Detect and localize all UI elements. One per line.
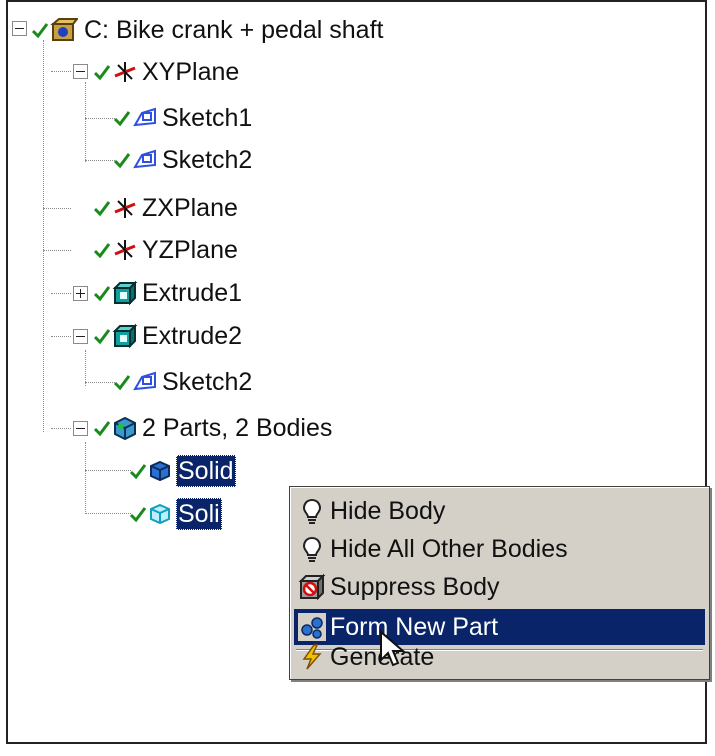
tree-item-label: Soli [176, 498, 222, 530]
menu-item-label: Hide All Other Bodies [330, 534, 568, 563]
menu-item-generate[interactable]: Generate [294, 637, 705, 677]
extrude-icon [112, 280, 138, 306]
menu-item-label: Hide Body [330, 496, 446, 525]
check-icon [93, 243, 111, 259]
tree-item-extrude2[interactable]: Extrude2 [92, 316, 242, 356]
lightbulb-icon [302, 498, 322, 524]
tree-line [85, 160, 115, 161]
tree-item-label: Sketch2 [162, 146, 253, 174]
tree-line [85, 513, 131, 514]
tree-item-solid[interactable]: Solid [128, 451, 236, 491]
tree-line [85, 442, 86, 514]
check-icon [31, 23, 49, 39]
bodies-icon [114, 416, 136, 441]
plane-axes-icon [114, 198, 136, 218]
sketch-icon [133, 149, 156, 169]
tree-root-label: C: Bike crank + pedal shaft [84, 16, 384, 44]
tree-item-parts-bodies[interactable]: 2 Parts, 2 Bodies [92, 408, 332, 448]
tree-line [51, 71, 71, 72]
part-icon [50, 18, 78, 41]
tree-line [85, 82, 86, 162]
menu-item-hide-all-other-bodies[interactable]: Hide All Other Bodies [294, 531, 705, 567]
tree-line [85, 470, 131, 471]
check-icon [113, 111, 131, 127]
suppress-body-icon [298, 573, 326, 601]
tree-item-label: Extrude1 [142, 279, 243, 307]
check-icon [113, 153, 131, 169]
tree-item-zxplane[interactable]: ZXPlane [92, 188, 238, 228]
plane-axes-icon [114, 240, 136, 260]
tree-item-sketch2[interactable]: Sketch2 [112, 362, 252, 402]
tree-line [43, 40, 44, 432]
expand-toggle[interactable] [73, 286, 88, 301]
tree-line [51, 293, 71, 294]
check-icon [93, 421, 111, 437]
feature-tree-panel: C: Bike crank + pedal shaft XYPlane Sket… [6, 0, 710, 744]
collapse-toggle[interactable] [12, 21, 27, 36]
sketch-icon [133, 107, 156, 127]
extrude-icon [112, 323, 138, 349]
tree-item-label: YZPlane [142, 236, 238, 264]
menu-item-suppress-body[interactable]: Suppress Body [294, 569, 705, 605]
lightning-icon [302, 644, 322, 670]
tree-line [85, 382, 115, 383]
tree-item-yzplane[interactable]: YZPlane [92, 230, 238, 270]
tree-line [85, 118, 115, 119]
plane-axes-icon [114, 62, 136, 82]
lightbulb-icon [302, 536, 322, 562]
solid-body-outline-icon [150, 503, 170, 525]
tree-item-sketch2[interactable]: Sketch2 [112, 140, 252, 180]
sketch-icon [133, 371, 156, 391]
tree-item-label: Extrude2 [142, 322, 243, 350]
menu-item-hide-body[interactable]: Hide Body [294, 493, 705, 529]
menu-item-label: Suppress Body [330, 572, 500, 601]
context-menu: Hide Body Hide All Other Bodies Suppress… [289, 486, 710, 680]
tree-item-label: XYPlane [142, 58, 240, 86]
collapse-toggle[interactable] [73, 64, 88, 79]
check-icon [93, 201, 111, 217]
tree-item-label: ZXPlane [142, 194, 238, 222]
check-icon [93, 286, 111, 302]
tree-item-solid-2[interactable]: Soli [128, 494, 222, 534]
check-icon [129, 464, 147, 480]
mouse-cursor-icon [380, 630, 406, 667]
check-icon [93, 65, 111, 81]
tree-item-label: Solid [176, 455, 236, 487]
tree-line [85, 350, 86, 386]
collapse-toggle[interactable] [73, 421, 88, 436]
check-icon [129, 507, 147, 523]
tree-item-label: 2 Parts, 2 Bodies [142, 414, 333, 442]
tree-item-label: Sketch1 [162, 104, 253, 132]
tree-line [43, 208, 71, 209]
tree-line [43, 250, 71, 251]
check-icon [93, 329, 111, 345]
tree-root[interactable]: C: Bike crank + pedal shaft [30, 10, 383, 50]
tree-item-label: Sketch2 [162, 368, 253, 396]
tree-line [51, 428, 71, 429]
tree-item-sketch1[interactable]: Sketch1 [112, 98, 252, 138]
tree-item-xyplane[interactable]: XYPlane [92, 52, 239, 92]
tree-item-extrude1[interactable]: Extrude1 [92, 273, 242, 313]
tree-line [51, 336, 71, 337]
solid-body-icon [150, 460, 170, 482]
collapse-toggle[interactable] [73, 329, 88, 344]
check-icon [113, 375, 131, 391]
